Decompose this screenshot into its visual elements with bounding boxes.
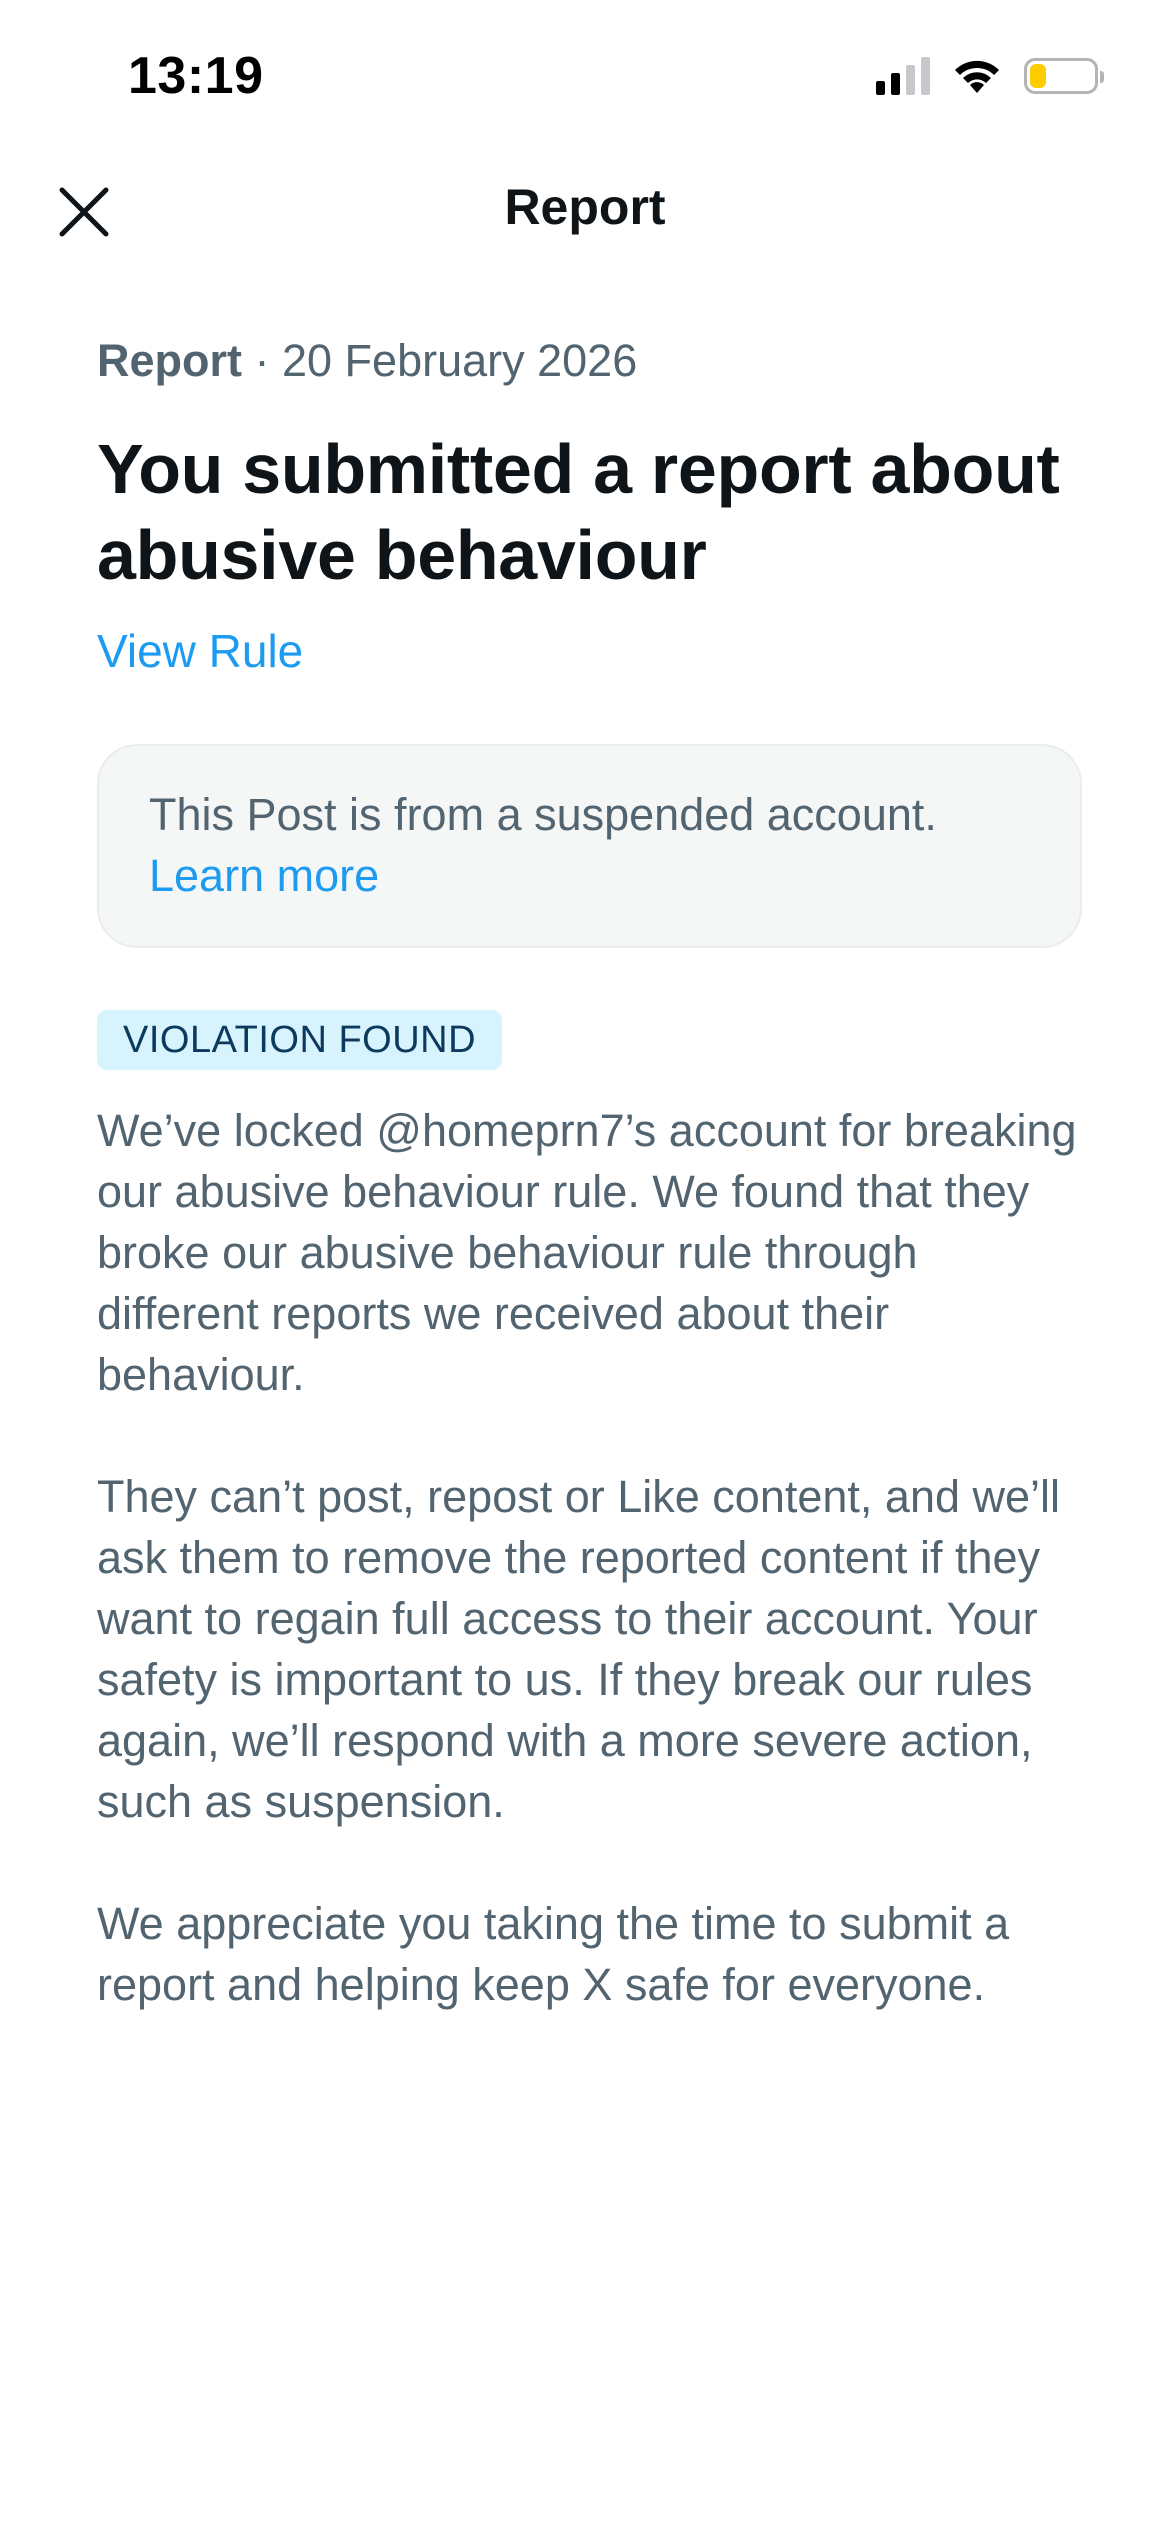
wifi-icon xyxy=(955,60,999,93)
outcome-paragraph: They can’t post, repost or Like content,… xyxy=(97,1471,1061,1827)
view-rule-link[interactable]: View Rule xyxy=(97,620,303,682)
cellular-signal-icon xyxy=(876,57,930,95)
nav-header: Report xyxy=(0,160,1170,260)
outcome-paragraph: We’ve locked @homeprn7’s account for bre… xyxy=(97,1105,1077,1400)
outcome-paragraph: We appreciate you taking the time to sub… xyxy=(97,1898,1010,2010)
page-title: Report xyxy=(504,179,666,235)
notice-text: This Post is from a suspended account. xyxy=(149,789,937,840)
suspended-account-notice: This Post is from a suspended account. L… xyxy=(97,744,1082,948)
report-date: 20 February 2026 xyxy=(282,335,638,386)
battery-level-fill xyxy=(1030,64,1046,88)
status-time: 13:19 xyxy=(128,47,264,105)
status-icons xyxy=(876,56,1104,96)
report-detail: Report · 20 February 2026 You submitted … xyxy=(97,330,1082,2015)
meta-separator: · xyxy=(242,335,282,386)
report-outcome-text: We’ve locked @homeprn7’s account for bre… xyxy=(97,1100,1082,2015)
learn-more-link[interactable]: Learn more xyxy=(149,845,1030,906)
status-bar: 13:19 xyxy=(0,0,1170,150)
report-label: Report xyxy=(97,335,242,386)
report-meta: Report · 20 February 2026 xyxy=(97,330,1082,392)
report-headline: You submitted a report about abusive beh… xyxy=(97,430,1060,594)
battery-icon xyxy=(1024,58,1104,94)
status-badge: VIOLATION FOUND xyxy=(97,1010,503,1070)
